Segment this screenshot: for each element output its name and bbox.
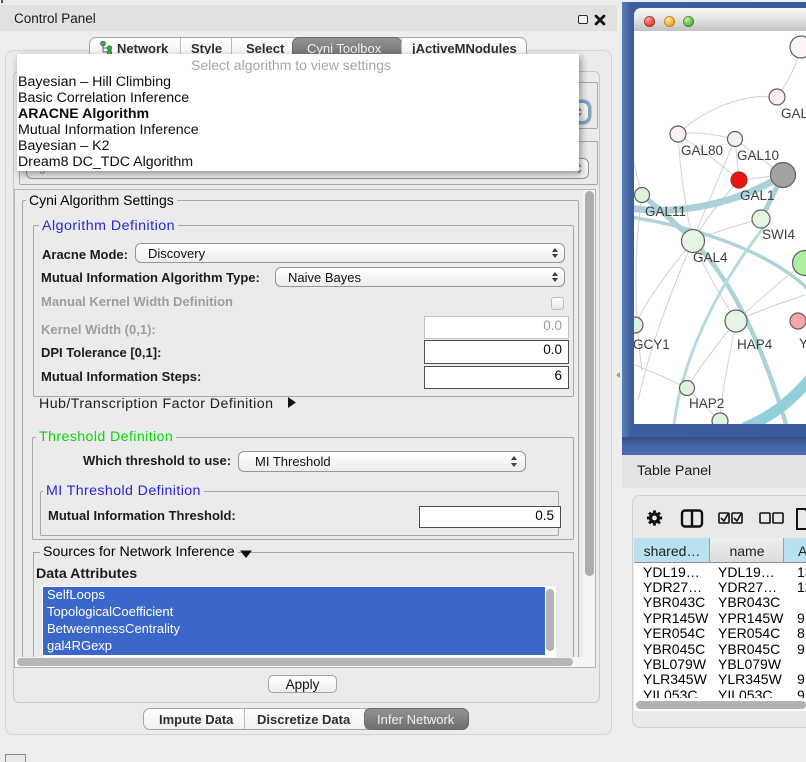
svg-text:GAL1: GAL1: [740, 188, 775, 203]
svg-text:GCY1: GCY1: [634, 337, 670, 352]
svg-text:Y: Y: [799, 336, 806, 351]
svg-text:GAL11: GAL11: [645, 204, 686, 219]
svg-text:HAP2: HAP2: [689, 396, 724, 411]
svg-text:GAL80: GAL80: [681, 143, 723, 158]
svg-text:GAL10: GAL10: [737, 148, 779, 163]
svg-text:HAP4: HAP4: [737, 337, 773, 352]
svg-text:GAL7: GAL7: [781, 106, 806, 121]
svg-text:GAL4: GAL4: [693, 250, 728, 265]
svg-text:SWI4: SWI4: [762, 227, 795, 242]
